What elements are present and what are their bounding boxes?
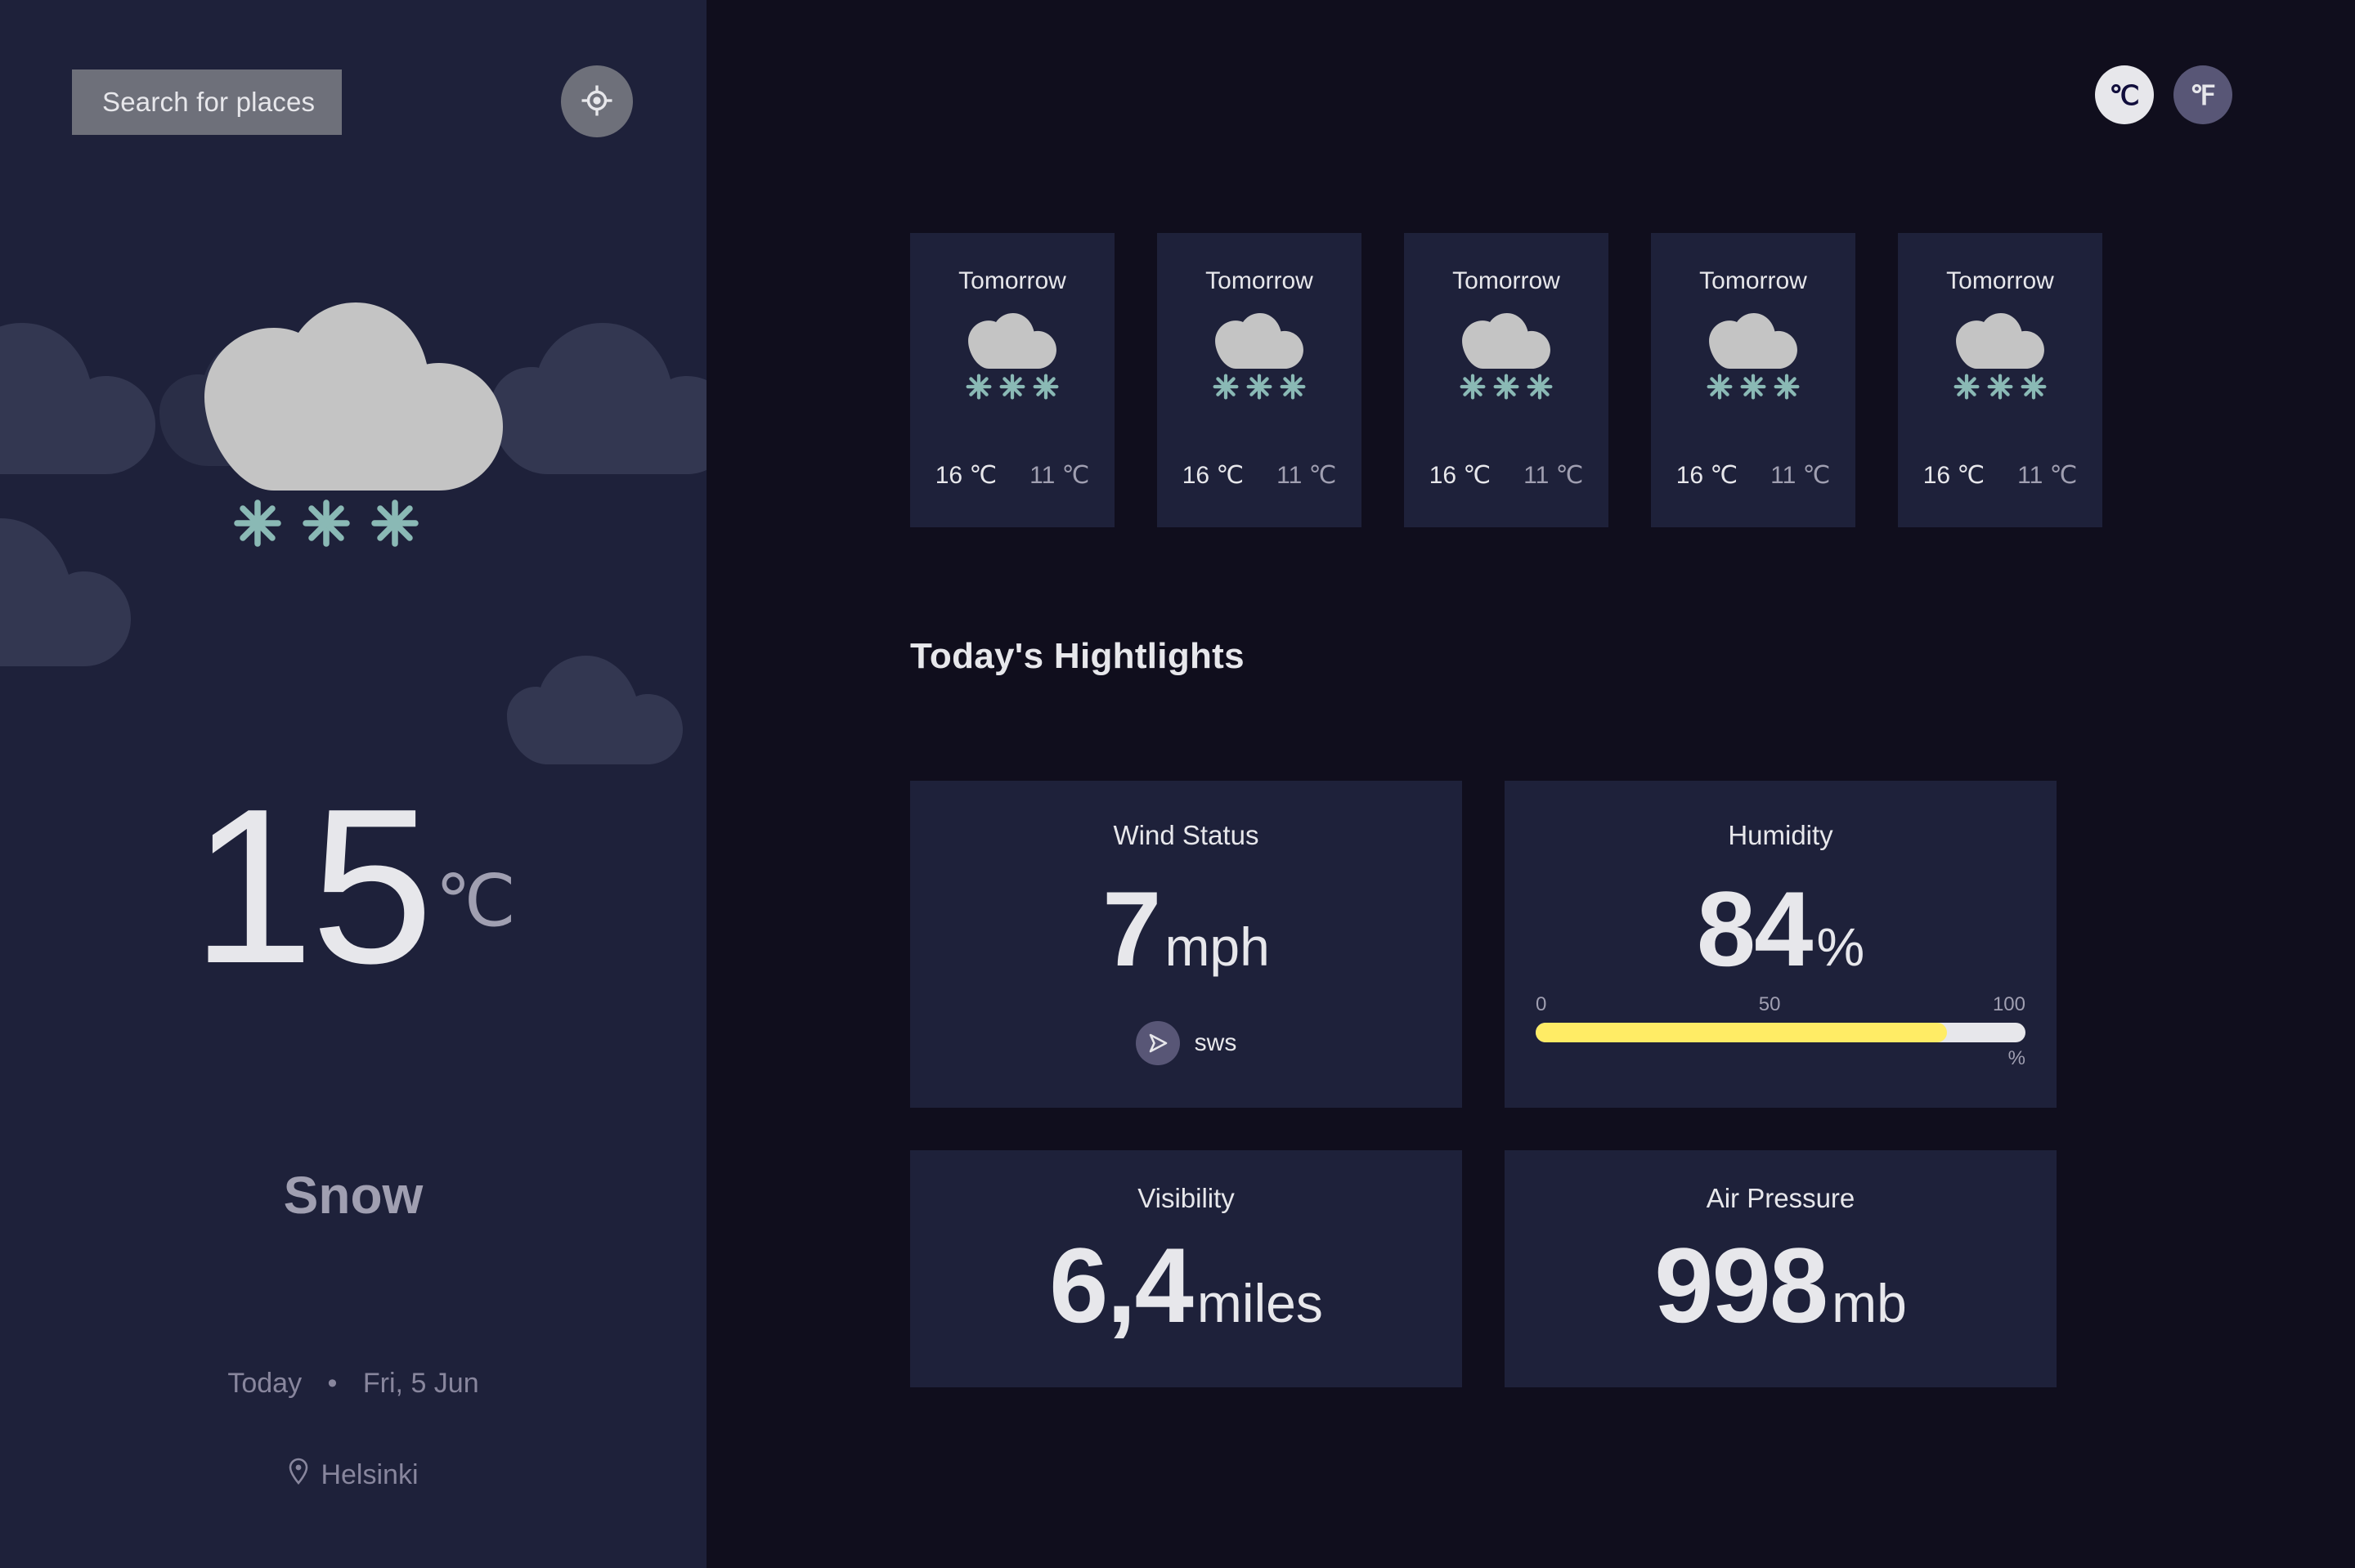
sidebar: Search for places 15 ℃ Snow Today • Fri,… — [0, 0, 706, 1568]
main-panel: ℃ ℉ Tomorrow 16 ℃ 11 ℃ Tomorrow 16 ℃ 11 … — [706, 0, 2355, 1568]
map-pin-icon — [288, 1458, 309, 1493]
wind-status-title: Wind Status — [1113, 820, 1259, 850]
location-line: Helsinki — [0, 1458, 706, 1493]
visibility-card: Visibility 6,4 miles — [910, 1150, 1462, 1387]
date-line: Today • Fri, 5 Jun — [0, 1368, 706, 1400]
forecast-card[interactable]: Tomorrow 16 ℃ 11 ℃ — [1157, 233, 1361, 527]
highlights-grid: Wind Status 7 mph sws Humidity 84 % 0 50… — [910, 781, 2057, 1387]
humidity-unit: % — [1816, 916, 1865, 977]
snow-cloud-icon — [966, 313, 1059, 414]
humidity-value: 84 — [1696, 869, 1814, 988]
air-pressure-card: Air Pressure 998 mb — [1505, 1150, 2057, 1387]
snow-cloud-icon — [1707, 313, 1800, 414]
forecast-max-temp: 16 ℃ — [1429, 462, 1492, 489]
forecast-day-label: Tomorrow — [958, 267, 1066, 294]
forecast-max-temp: 16 ℃ — [1675, 462, 1738, 489]
snow-cloud-icon — [1954, 313, 2047, 414]
snowflake-icon — [370, 499, 419, 552]
highlights-section-title: Today's Hightlights — [910, 636, 1245, 676]
air-pressure-value: 998 — [1654, 1225, 1828, 1345]
sidebar-header: Search for places — [0, 0, 706, 188]
background-cloud-icon — [507, 629, 683, 764]
temperature-unit: ℃ — [435, 860, 516, 941]
forecast-card[interactable]: Tomorrow 16 ℃ 11 ℃ — [1651, 233, 1855, 527]
geolocation-button[interactable] — [561, 65, 633, 137]
navigation-arrow-icon — [1135, 1021, 1180, 1065]
forecast-day-label: Tomorrow — [1205, 267, 1313, 294]
wind-direction: sws — [1135, 1021, 1237, 1065]
forecast-card[interactable]: Tomorrow 16 ℃ 11 ℃ — [1898, 233, 2102, 527]
forecast-card[interactable]: Tomorrow 16 ℃ 11 ℃ — [910, 233, 1115, 527]
forecast-row: Tomorrow 16 ℃ 11 ℃ Tomorrow 16 ℃ 11 ℃ To… — [910, 233, 2102, 527]
today-label: Today — [227, 1368, 303, 1399]
forecast-max-temp: 16 ℃ — [1922, 462, 1985, 489]
location-name: Helsinki — [321, 1459, 419, 1490]
humidity-bar-track — [1536, 1023, 2025, 1042]
forecast-day-label: Tomorrow — [1946, 267, 2054, 294]
snow-cloud-icon — [204, 302, 503, 495]
humidity-scale-min: 0 — [1536, 993, 1547, 1015]
humidity-scale-labels: 0 50 100 — [1536, 993, 2025, 1016]
snow-cloud-icon — [1460, 313, 1553, 414]
forecast-min-temp: 11 ℃ — [1770, 462, 1831, 489]
wind-direction-label: sws — [1194, 1029, 1237, 1056]
forecast-max-temp: 16 ℃ — [1182, 462, 1245, 489]
wind-status-card: Wind Status 7 mph sws — [910, 781, 1462, 1108]
current-weather-illustration — [0, 270, 706, 621]
forecast-temps: 16 ℃ 11 ℃ — [1676, 461, 1831, 490]
visibility-unit: miles — [1196, 1273, 1323, 1333]
humidity-title: Humidity — [1728, 820, 1833, 850]
snow-cloud-icon — [1213, 313, 1306, 414]
unit-toggle-group: ℃ ℉ — [2095, 65, 2232, 124]
forecast-min-temp: 11 ℃ — [1523, 462, 1584, 489]
humidity-bar: 0 50 100 % — [1536, 993, 2025, 1070]
search-places-button[interactable]: Search for places — [72, 69, 342, 135]
forecast-temps: 16 ℃ 11 ℃ — [1923, 461, 2078, 490]
temperature-value: 15 — [191, 764, 433, 1010]
weather-condition-label: Snow — [283, 1166, 424, 1225]
forecast-max-temp: 16 ℃ — [935, 462, 998, 489]
visibility-value: 6,4 — [1049, 1225, 1194, 1345]
forecast-temps: 16 ℃ 11 ℃ — [1182, 461, 1337, 490]
snowflake-row — [233, 499, 419, 552]
air-pressure-unit: mb — [1832, 1273, 1907, 1333]
forecast-min-temp: 11 ℃ — [1276, 462, 1337, 489]
current-temperature: 15 ℃ — [0, 764, 706, 1010]
forecast-day-label: Tomorrow — [1699, 267, 1807, 294]
humidity-card: Humidity 84 % 0 50 100 % — [1505, 781, 2057, 1108]
humidity-bar-suffix: % — [2007, 1047, 2025, 1069]
forecast-min-temp: 11 ℃ — [1029, 462, 1090, 489]
wind-speed-value: 7 — [1102, 869, 1161, 988]
celsius-toggle-button[interactable]: ℃ — [2095, 65, 2154, 124]
wind-speed-unit: mph — [1164, 916, 1270, 977]
humidity-bar-fill — [1536, 1023, 1948, 1042]
humidity-scale-max: 100 — [1992, 993, 2025, 1015]
forecast-temps: 16 ℃ 11 ℃ — [1429, 461, 1584, 490]
date-separator: • — [327, 1368, 338, 1399]
forecast-card[interactable]: Tomorrow 16 ℃ 11 ℃ — [1404, 233, 1608, 527]
crosshair-location-icon — [580, 83, 614, 120]
forecast-min-temp: 11 ℃ — [2017, 462, 2078, 489]
snowflake-icon — [233, 499, 282, 552]
fahrenheit-toggle-button[interactable]: ℉ — [2173, 65, 2232, 124]
air-pressure-title: Air Pressure — [1706, 1183, 1855, 1213]
forecast-temps: 16 ℃ 11 ℃ — [935, 461, 1090, 490]
forecast-day-label: Tomorrow — [1452, 267, 1560, 294]
snowflake-icon — [302, 499, 351, 552]
visibility-title: Visibility — [1137, 1183, 1235, 1213]
humidity-scale-mid: 50 — [1758, 993, 1781, 1015]
date-value: Fri, 5 Jun — [362, 1368, 479, 1399]
